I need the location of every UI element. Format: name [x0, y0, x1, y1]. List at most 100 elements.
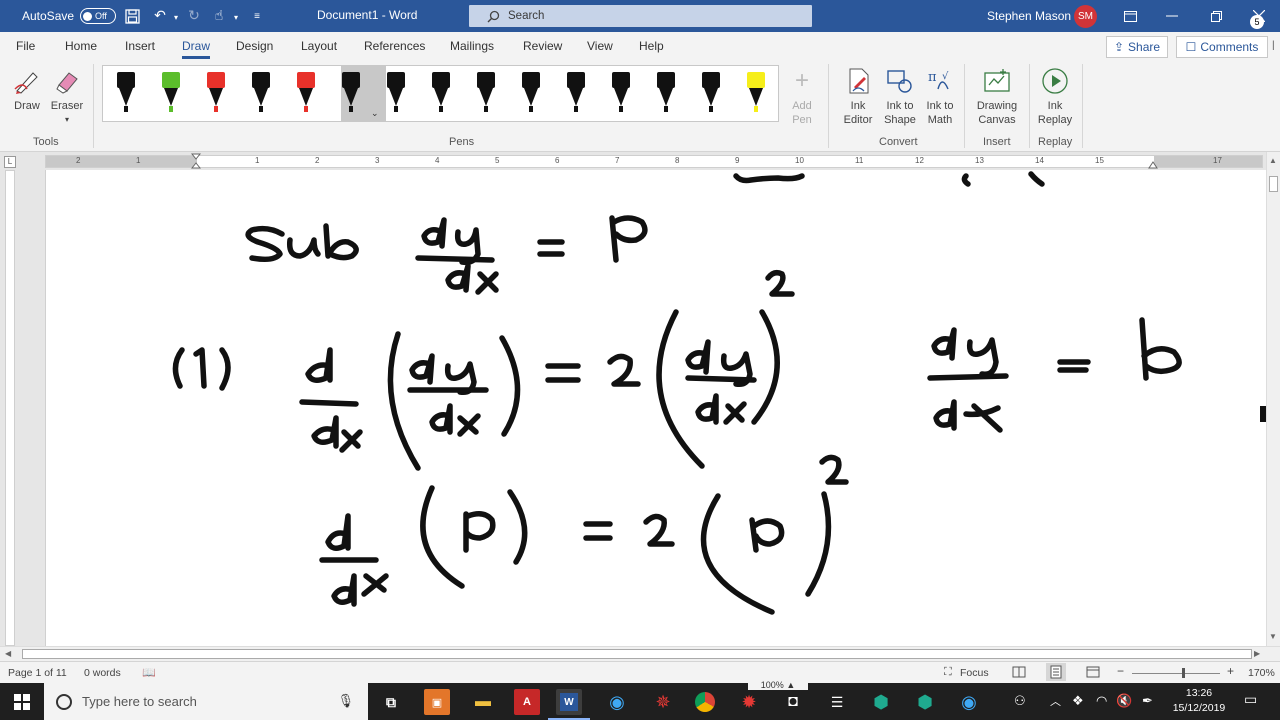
wifi-icon[interactable]: ◠ — [1096, 693, 1107, 709]
camera-icon[interactable]: ◘ — [780, 689, 806, 715]
share-button[interactable]: ⇪ Share — [1106, 36, 1168, 58]
print-layout-icon[interactable] — [1046, 663, 1066, 681]
microphone-icon[interactable]: 🎙 — [337, 693, 354, 709]
scroll-up-icon[interactable]: ▲ — [1269, 156, 1277, 165]
pen-15[interactable] — [747, 72, 765, 116]
ink-editor-label[interactable]: Ink Editor — [836, 99, 880, 127]
zoom-slider[interactable] — [1132, 673, 1220, 674]
restore-icon[interactable] — [1206, 6, 1226, 26]
ribbon-collapse-icon[interactable]: | — [1272, 40, 1275, 51]
people-icon[interactable]: ⚇ — [1014, 693, 1026, 709]
vertical-scroll-thumb[interactable] — [1269, 176, 1278, 192]
volume-muted-icon[interactable]: 🔇 — [1116, 693, 1132, 709]
taskbar-search[interactable]: Type here to search 🎙 — [44, 683, 368, 720]
ink-editor-icon[interactable] — [844, 66, 874, 96]
dropbox-icon[interactable]: ❖ — [1072, 693, 1084, 709]
document-area[interactable] — [18, 170, 1266, 646]
document-page[interactable] — [45, 170, 1266, 646]
file-explorer-icon[interactable]: ▬ — [470, 689, 496, 715]
vertical-ruler[interactable] — [0, 170, 18, 646]
word-icon[interactable]: W — [548, 689, 590, 720]
pen-13[interactable] — [657, 72, 675, 116]
tab-draw[interactable]: Draw — [182, 39, 211, 59]
settings-sliders-icon[interactable]: ☰ — [824, 689, 850, 715]
task-view-icon[interactable]: ⧉ — [378, 689, 404, 715]
indent-marker-icon[interactable] — [191, 152, 201, 170]
tab-mailings[interactable]: Mailings — [450, 39, 494, 53]
tray-expand-icon[interactable]: ︿ — [1050, 693, 1061, 709]
touch-mode-icon[interactable]: ☝ — [211, 7, 227, 23]
ink-replay-label[interactable]: Ink Replay — [1036, 99, 1074, 127]
pen-11[interactable] — [567, 72, 585, 116]
undo-icon[interactable]: ↶ — [152, 7, 168, 23]
app-icon-blue[interactable]: ◉ — [956, 689, 982, 715]
zoom-in-icon[interactable]: + — [1227, 664, 1234, 678]
word-count[interactable]: 0 words — [84, 667, 121, 679]
vertical-ruler-bar[interactable] — [5, 170, 15, 646]
tab-insert[interactable]: Insert — [125, 39, 155, 53]
horizontal-scrollbar[interactable]: ◀ ▶ — [0, 646, 1280, 661]
avatar[interactable]: SM — [1074, 5, 1097, 28]
zoom-slider-knob[interactable] — [1182, 668, 1185, 678]
pen-12[interactable] — [612, 72, 630, 116]
scroll-left-icon[interactable]: ◀ — [5, 649, 11, 658]
pen-6[interactable] — [342, 72, 360, 116]
eraser-dropdown-icon[interactable]: ▾ — [62, 113, 72, 127]
pen-4[interactable] — [252, 72, 270, 116]
tab-references[interactable]: References — [364, 39, 425, 53]
redo-icon[interactable]: ↻ — [186, 7, 202, 23]
acrobat-icon[interactable]: A — [514, 689, 540, 715]
tab-file[interactable]: File — [16, 39, 35, 53]
ink-replay-icon[interactable] — [1040, 66, 1070, 96]
tab-selector-icon[interactable]: L — [4, 156, 16, 168]
eraser-label[interactable]: Eraser — [48, 99, 86, 113]
scroll-right-icon[interactable]: ▶ — [1254, 649, 1260, 658]
tab-help[interactable]: Help — [639, 39, 664, 53]
drawing-canvas-label[interactable]: Drawing Canvas — [972, 99, 1022, 127]
horizontal-ruler[interactable]: L 2 1 1 2 3 4 5 6 7 8 9 10 11 12 13 14 15 17 — [0, 152, 1280, 170]
app-icon-teal-shield[interactable]: ⬢ — [868, 689, 894, 715]
minimize-icon[interactable] — [1162, 6, 1182, 26]
pen-7[interactable] — [387, 72, 405, 116]
tab-layout[interactable]: Layout — [301, 39, 337, 53]
pen-workspace-icon[interactable]: ✒ — [1142, 693, 1153, 709]
pen-14[interactable] — [702, 72, 720, 116]
web-layout-icon[interactable] — [1086, 665, 1100, 682]
ruler-bar[interactable]: 2 1 1 2 3 4 5 6 7 8 9 10 11 12 13 14 15 17 — [45, 155, 1263, 168]
zoom-level[interactable]: 170% — [1248, 667, 1275, 679]
ink-to-math-label[interactable]: Ink to Math — [922, 99, 958, 127]
app-icon-spider[interactable]: ✵ — [650, 689, 676, 715]
comments-button[interactable]: ☐ Comments — [1176, 36, 1268, 58]
ink-to-math-icon[interactable]: π √ — [925, 66, 955, 96]
focus-icon[interactable]: ⛶ — [944, 666, 952, 679]
pen-9[interactable] — [477, 72, 495, 116]
pen-10[interactable] — [522, 72, 540, 116]
add-pen-label[interactable]: Add Pen — [784, 99, 820, 127]
pens-more-icon[interactable]: ⌄ — [371, 108, 379, 119]
search-box[interactable]: Search — [469, 5, 812, 27]
app-icon-orange[interactable]: ▣ — [424, 689, 450, 715]
focus-label[interactable]: Focus — [960, 667, 989, 679]
autosave-toggle[interactable]: Off — [80, 8, 117, 24]
horizontal-scroll-thumb[interactable] — [22, 649, 1252, 659]
zoom-out-icon[interactable]: − — [1117, 664, 1124, 678]
pen-5[interactable] — [297, 72, 315, 116]
save-icon[interactable] — [124, 8, 140, 24]
chrome-icon[interactable] — [692, 689, 718, 715]
pen-2[interactable] — [162, 72, 180, 116]
tab-review[interactable]: Review — [523, 39, 562, 53]
teamviewer-icon[interactable]: ◉ — [604, 689, 630, 715]
notification-icon[interactable]: ▭ — [1244, 691, 1257, 708]
draw-label[interactable]: Draw — [13, 99, 41, 113]
ink-drawing[interactable] — [46, 170, 1266, 646]
pen-8[interactable] — [432, 72, 450, 116]
draw-pen-icon[interactable] — [12, 66, 42, 96]
app-icon-gear-red[interactable]: ✹ — [736, 689, 762, 715]
app-icon-teal-hex[interactable]: ⬢ — [912, 689, 938, 715]
ribbon-display-icon[interactable] — [1120, 6, 1140, 26]
drawing-canvas-icon[interactable] — [982, 66, 1012, 96]
ink-to-shape-label[interactable]: Ink to Shape — [882, 99, 918, 127]
user-name[interactable]: Stephen Mason — [987, 9, 1071, 23]
tab-design[interactable]: Design — [236, 39, 273, 53]
right-indent-marker-icon[interactable] — [1148, 156, 1158, 170]
